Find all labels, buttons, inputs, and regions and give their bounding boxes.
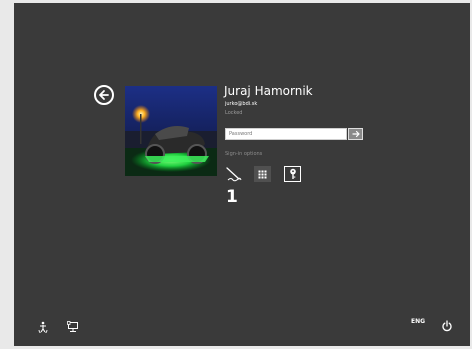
language-indicator[interactable]: ENG xyxy=(411,318,425,325)
network-icon[interactable] xyxy=(67,318,79,337)
password-input[interactable] xyxy=(225,128,347,140)
picture-password-option[interactable] xyxy=(225,166,242,182)
submit-button[interactable] xyxy=(348,128,363,140)
pin-option[interactable] xyxy=(254,166,271,182)
arrow-left-icon xyxy=(99,90,109,100)
pin-keypad-icon xyxy=(258,170,267,178)
callout-number: 1 xyxy=(226,187,238,207)
password-option[interactable] xyxy=(284,166,301,182)
screenshot-frame: Juraj Hamornik jurko@bdi.sk Locked Sign-… xyxy=(0,0,472,349)
avatar xyxy=(125,86,217,176)
arrow-right-icon xyxy=(351,130,360,138)
user-email: jurko@bdi.sk xyxy=(225,101,258,107)
user-name: Juraj Hamornik xyxy=(224,84,313,98)
picture-password-icon xyxy=(226,167,242,182)
sign-in-options-link[interactable]: Sign-in options xyxy=(225,151,262,157)
key-icon xyxy=(289,168,296,179)
lock-screen xyxy=(14,3,470,346)
back-button[interactable] xyxy=(94,85,114,105)
power-icon[interactable] xyxy=(441,317,453,336)
ease-of-access-icon[interactable] xyxy=(37,318,49,337)
user-status: Locked xyxy=(225,110,243,116)
